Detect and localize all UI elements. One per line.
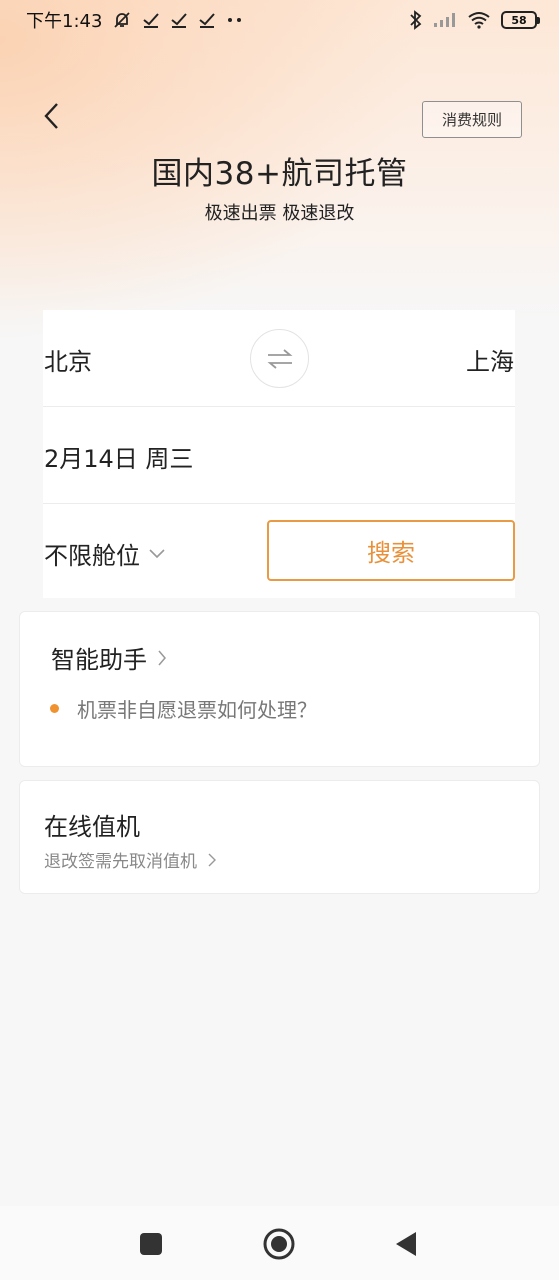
smart-assistant-card: 智能助手 机票非自愿退票如何处理？ — [19, 611, 540, 767]
cabin-class-label: 不限舱位 — [44, 542, 140, 570]
online-checkin-title: 在线值机 — [44, 813, 140, 841]
status-right: 58 — [409, 10, 540, 30]
faq-item[interactable]: 机票非自愿退票如何处理？ — [50, 694, 317, 723]
departure-date[interactable]: 2月14日 周三 — [44, 439, 193, 474]
arrival-city[interactable]: 上海 — [466, 342, 514, 377]
online-checkin-card[interactable]: 在线值机 退改签需先取消值机 — [19, 780, 540, 894]
back-button[interactable] — [34, 96, 70, 136]
faq-item-text: 机票非自愿退票如何处理？ — [77, 698, 317, 722]
search-button[interactable]: 搜索 — [267, 520, 515, 581]
online-checkin-subtitle-text: 退改签需先取消值机 — [44, 852, 197, 872]
page-title: 国内38+航司托管 — [151, 156, 408, 192]
home-button[interactable] — [263, 1228, 295, 1260]
bluetooth-icon — [409, 10, 423, 30]
status-bar: 下午1:43 58 — [0, 0, 559, 40]
check-icon — [198, 11, 216, 29]
more-dots-icon — [226, 16, 244, 24]
chevron-down-icon — [149, 548, 165, 558]
cabin-class-select[interactable]: 不限舱位 — [44, 536, 166, 571]
check-icon — [170, 11, 188, 29]
signal-icon — [433, 12, 457, 28]
online-checkin-subtitle[interactable]: 退改签需先取消值机 — [44, 847, 217, 872]
chevron-right-icon — [208, 853, 216, 866]
chevron-right-icon — [158, 650, 166, 665]
recent-apps-button[interactable] — [135, 1228, 167, 1260]
departure-city[interactable]: 北京 — [44, 342, 92, 377]
swap-cities-button[interactable] — [250, 329, 309, 388]
page-subtitle: 极速出票 极速退改 — [204, 203, 355, 224]
flight-search-card: 北京 上海 2月14日 周三 不限舱位 搜索 — [43, 310, 515, 598]
bullet-dot-icon — [50, 704, 59, 713]
consumption-rules-button[interactable]: 消费规则 — [422, 101, 522, 138]
date-row: 2月14日 周三 — [43, 407, 515, 504]
chevron-left-icon — [44, 103, 58, 129]
circle-icon — [263, 1228, 295, 1260]
route-row: 北京 上海 — [43, 310, 515, 407]
battery-icon: 58 — [501, 11, 540, 29]
bell-muted-icon — [112, 10, 132, 30]
smart-assistant-title: 智能助手 — [51, 646, 147, 674]
system-back-button[interactable] — [390, 1228, 422, 1260]
wifi-icon — [467, 11, 491, 29]
triangle-back-icon — [396, 1232, 416, 1256]
swap-arrows-icon — [267, 348, 292, 369]
smart-assistant-link[interactable]: 智能助手 — [51, 640, 167, 675]
status-time: 下午1:43 — [26, 11, 103, 32]
system-nav-bar — [0, 1206, 559, 1280]
square-icon — [140, 1233, 162, 1255]
status-left: 下午1:43 — [26, 7, 244, 33]
check-icon — [142, 11, 160, 29]
